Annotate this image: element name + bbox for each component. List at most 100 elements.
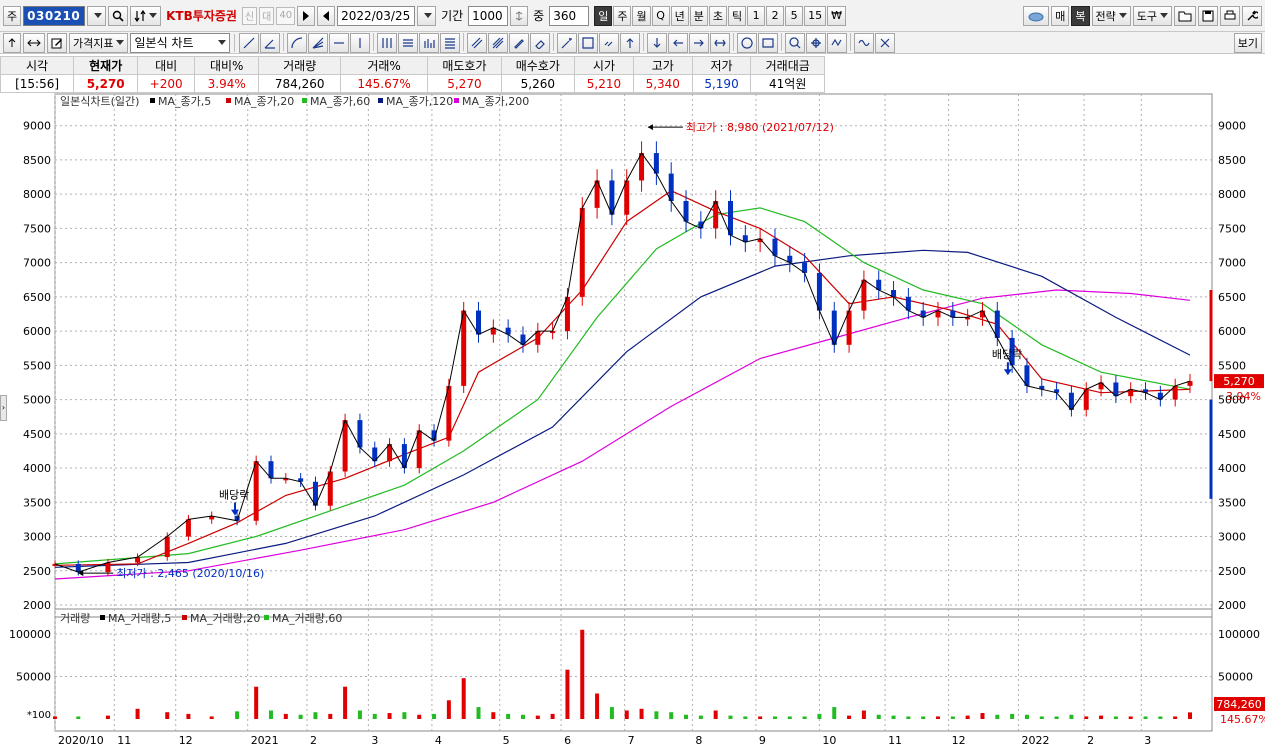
y-tick-right: 9000 (1218, 120, 1246, 133)
draw-zoom-button[interactable] (785, 32, 806, 53)
draw-eraser-button[interactable] (530, 32, 551, 53)
draw-fan-button[interactable] (308, 32, 329, 53)
interval-button-1[interactable]: 주 (613, 5, 632, 26)
play-right-icon (303, 10, 310, 21)
date-field[interactable]: 2022/03/25 (337, 5, 416, 26)
volume-bar (965, 715, 970, 719)
price-legend-item: MA_종가,200 (462, 95, 529, 108)
edit-button[interactable] (47, 32, 67, 53)
interval-button-2[interactable]: 월 (632, 5, 651, 26)
interval-button-10[interactable]: 5 (785, 5, 804, 26)
draw-left-button[interactable] (668, 32, 689, 53)
draw-vline-button[interactable] (350, 32, 371, 53)
interval-button-7[interactable]: 틱 (727, 5, 747, 26)
quote-value-row: [15:56] 5,270 +200 3.94% 784,260 145.67% 5,270… (0, 74, 825, 93)
price-indicator-button[interactable]: 가격지표 (69, 32, 129, 53)
period-stepper[interactable] (510, 5, 529, 26)
chart-type-select[interactable]: 일본식 차트 (130, 32, 231, 53)
draw-hline-button[interactable] (329, 32, 350, 53)
candle-body (164, 536, 170, 558)
draw-angle-button[interactable] (260, 32, 281, 53)
draw-wave2-button[interactable] (854, 32, 875, 53)
date-dropdown-button[interactable] (417, 5, 437, 26)
expand-horizontal-button[interactable] (23, 32, 45, 53)
settings-button[interactable] (1242, 5, 1262, 26)
next-button[interactable] (297, 5, 316, 26)
save-button[interactable] (1198, 5, 1218, 26)
draw-up-button[interactable] (620, 32, 641, 53)
draw-double-button[interactable] (710, 32, 731, 53)
draw-grid-button[interactable] (398, 32, 419, 53)
draw-reset-button[interactable] (875, 32, 896, 53)
draw-rect-button[interactable] (758, 32, 779, 53)
interval-button-8[interactable]: 1 (747, 5, 766, 26)
volume-bar (76, 716, 81, 719)
draw-note-button[interactable] (578, 32, 599, 53)
chevron-down-icon (94, 13, 103, 18)
mode-button-3[interactable]: 도구 (1132, 5, 1172, 26)
draw-line-button[interactable] (239, 32, 260, 53)
mode-button-1[interactable]: 복 (1071, 5, 1090, 26)
vlines-icon (382, 37, 393, 48)
draw-down-button[interactable] (647, 32, 668, 53)
quote-header-1: 현재가 (73, 56, 139, 75)
quote-header-10: 저가 (691, 56, 752, 75)
x-tick-label: 11 (117, 734, 131, 744)
view-button[interactable]: 보기 (1233, 32, 1262, 53)
draw-arc-button[interactable] (287, 32, 308, 53)
count-input[interactable]: 360 (549, 5, 590, 26)
x-tick-label: 8 (695, 734, 702, 744)
interval-button-11[interactable]: 15 (804, 5, 827, 26)
draw-parallel-button[interactable] (488, 32, 509, 53)
legend-swatch (302, 98, 307, 103)
draw-circle-button[interactable] (737, 32, 758, 53)
draw-wave-button[interactable] (827, 32, 848, 53)
volume-bar (105, 715, 110, 719)
volume-bar (186, 713, 191, 719)
volume-bar (165, 712, 170, 719)
sort-button[interactable] (130, 5, 162, 26)
interval-button-5[interactable]: 분 (689, 5, 708, 26)
draw-channel-button[interactable] (467, 32, 488, 53)
quote-value-6: 5,270 (427, 74, 502, 93)
print-button[interactable] (1220, 5, 1240, 26)
cloud-button[interactable] (1023, 5, 1050, 26)
quote-value-4: 784,260 (258, 74, 341, 93)
draw-vlines-button[interactable] (377, 32, 398, 53)
mode-button-2[interactable]: 전략 (1091, 5, 1131, 26)
draw-target-button[interactable] (806, 32, 827, 53)
interval-button-3[interactable]: Q (651, 5, 670, 26)
search-button[interactable] (108, 5, 129, 26)
draw-right-button[interactable] (689, 32, 710, 53)
draw-link-button[interactable] (599, 32, 620, 53)
stock-code-input[interactable]: 030210 (23, 5, 86, 26)
draw-fib-button[interactable] (440, 32, 461, 53)
stock-chart[interactable]: 2000 2000 2500 2500 3000 3000 3500 3500 4000 4000… (0, 92, 1265, 744)
draw-magic-button[interactable] (557, 32, 578, 53)
interval-button-6[interactable]: 초 (708, 5, 727, 26)
period-input[interactable]: 1000 (468, 5, 509, 26)
volume-bar (609, 707, 614, 719)
scroll-up-button[interactable] (3, 32, 21, 53)
interval-button-9[interactable]: 2 (766, 5, 785, 26)
volume-bars (53, 629, 1192, 719)
y-tick-right: 4500 (1218, 428, 1246, 441)
interval-button-0[interactable]: 일 (594, 5, 613, 26)
volume-bar (53, 716, 57, 719)
candle-body (253, 461, 259, 521)
draw-bars-button[interactable] (419, 32, 440, 53)
interval-button-12[interactable]: ₩ (827, 5, 846, 26)
code-dropdown-button[interactable] (87, 5, 107, 26)
note-icon (582, 36, 595, 49)
folder-icon (1178, 11, 1192, 21)
prev-button[interactable] (317, 5, 336, 26)
market-select[interactable]: 주 (3, 5, 22, 26)
mode-button-0[interactable]: 매 (1051, 5, 1070, 26)
candle-body (185, 519, 191, 537)
dividend-label: 배당락 (992, 348, 1022, 361)
draw-pencil-button[interactable] (509, 32, 530, 53)
volume-bar (1128, 716, 1133, 719)
folder-button[interactable] (1174, 5, 1196, 26)
interval-button-4[interactable]: 년 (670, 5, 689, 26)
price-legend-item: MA_종가,120 (386, 95, 453, 108)
